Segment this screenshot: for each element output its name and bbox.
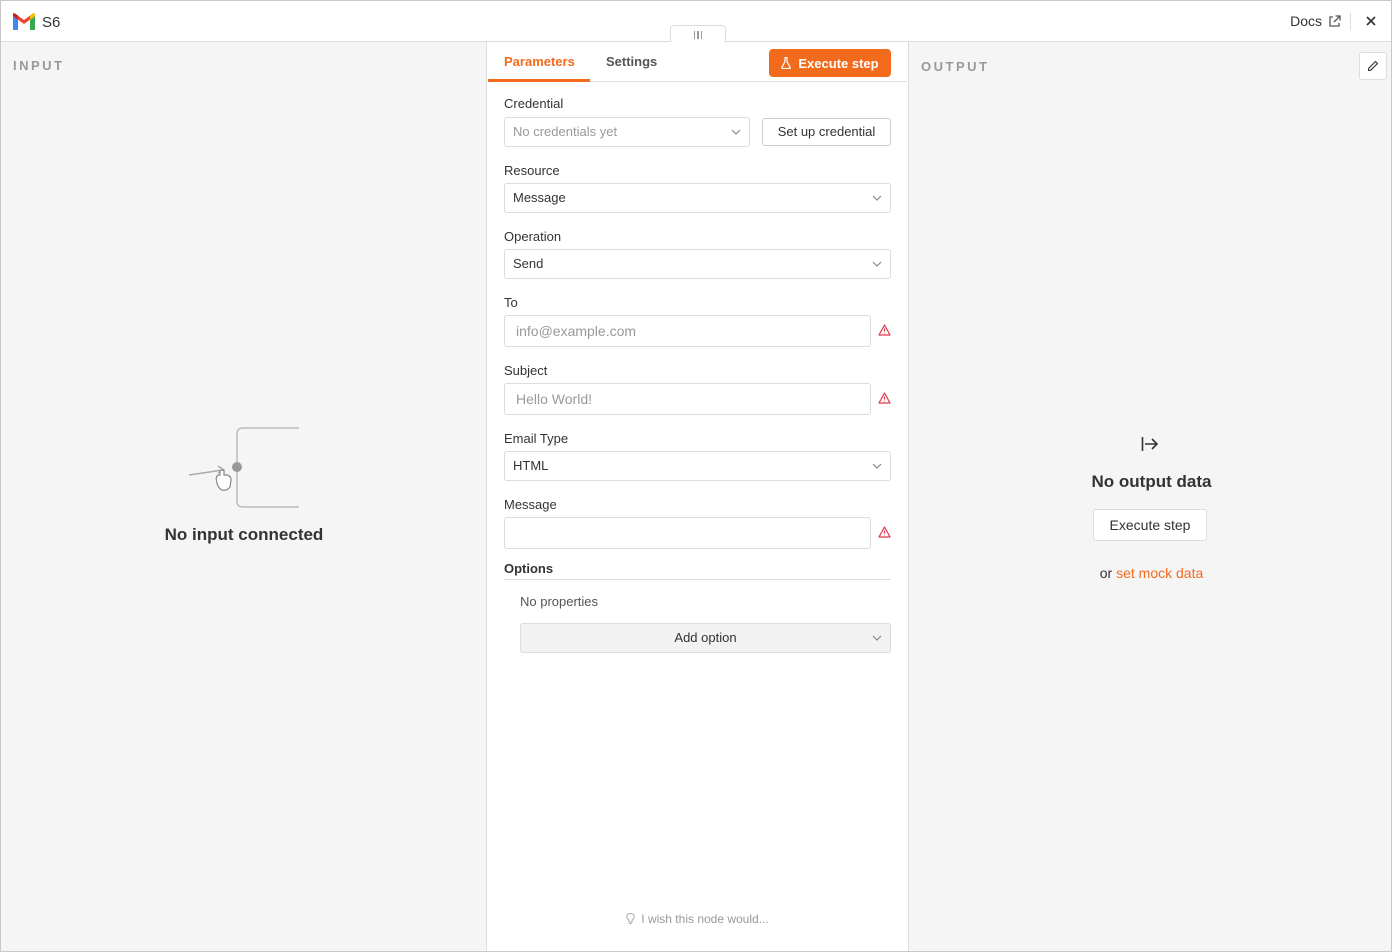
resource-select[interactable]: Message [504, 183, 891, 213]
operation-label: Operation [504, 229, 562, 244]
resource-label: Resource [504, 163, 560, 178]
no-input-illustration [188, 427, 299, 508]
tab-settings[interactable]: Settings [606, 54, 657, 69]
set-up-credential-button[interactable]: Set up credential [762, 118, 891, 146]
to-placeholder: info@example.com [516, 323, 637, 339]
message-input[interactable] [504, 517, 871, 549]
parameters-panel: Parameters Settings Execute step Credent… [488, 42, 907, 951]
feedback-text: I wish this node would... [641, 912, 769, 926]
warning-icon [878, 526, 891, 538]
to-label: To [504, 295, 518, 310]
no-output-message: No output data [1091, 472, 1212, 491]
no-input-message: No input connected [164, 525, 324, 544]
input-panel-label: INPUT [13, 58, 65, 73]
chevron-down-icon [872, 195, 882, 201]
subject-label: Subject [504, 363, 548, 378]
active-tab-indicator [488, 79, 590, 82]
mock-prefix: or [1099, 565, 1117, 581]
to-input[interactable]: info@example.com [504, 315, 871, 347]
execute-step-label: Execute step [798, 55, 879, 71]
set-mock-data-link[interactable]: set mock data [1116, 565, 1203, 581]
feedback-link[interactable]: I wish this node would... [488, 912, 907, 926]
chevron-down-icon [872, 261, 882, 267]
options-label: Options [504, 561, 554, 576]
add-option-select[interactable]: Add option [520, 623, 891, 653]
external-link-icon [1329, 14, 1341, 27]
warning-icon [878, 392, 891, 404]
lightbulb-icon [626, 913, 636, 924]
execute-step-button[interactable]: Execute step [769, 49, 891, 77]
output-panel-label: OUTPUT [921, 59, 990, 74]
docs-link[interactable]: Docs [1290, 13, 1341, 29]
subject-input[interactable]: Hello World! [504, 383, 871, 415]
email-type-value: HTML [513, 458, 549, 473]
input-panel: INPUT No input connected [1, 42, 487, 951]
chevron-down-icon [872, 635, 882, 641]
credential-select[interactable]: No credentials yet [504, 117, 750, 147]
node-details-window: S6 Docs INPUT No input connected Paramet… [0, 0, 1392, 952]
pencil-icon [1367, 60, 1379, 72]
add-option-label: Add option [674, 630, 737, 645]
tab-parameters[interactable]: Parameters [504, 54, 575, 69]
header-divider [1350, 13, 1351, 30]
output-execute-step-button[interactable]: Execute step [1093, 509, 1207, 541]
email-type-select[interactable]: HTML [504, 451, 891, 481]
credential-placeholder: No credentials yet [513, 124, 618, 139]
email-type-label: Email Type [504, 431, 569, 446]
node-title[interactable]: S6 [42, 14, 60, 31]
mock-data-line: or set mock data [909, 565, 1391, 581]
options-divider [504, 579, 891, 580]
credential-label: Credential [504, 96, 564, 111]
resource-value: Message [513, 190, 566, 205]
chevron-down-icon [731, 129, 741, 135]
warning-icon [878, 324, 891, 336]
output-arrow-icon [1141, 437, 1159, 451]
docs-label: Docs [1290, 13, 1322, 29]
panel-drag-handle[interactable] [670, 25, 726, 43]
flask-icon [781, 57, 792, 69]
operation-value: Send [513, 256, 544, 271]
operation-select[interactable]: Send [504, 249, 891, 279]
message-label: Message [504, 497, 557, 512]
chevron-down-icon [872, 463, 882, 469]
no-properties-text: No properties [520, 594, 599, 609]
close-icon[interactable] [1363, 13, 1379, 29]
output-panel: OUTPUT No output data Execute step or se… [908, 42, 1391, 951]
subject-placeholder: Hello World! [516, 391, 592, 407]
edit-output-button[interactable] [1359, 52, 1387, 80]
gmail-icon [13, 13, 35, 30]
tab-bar: Parameters Settings Execute step [488, 42, 907, 82]
